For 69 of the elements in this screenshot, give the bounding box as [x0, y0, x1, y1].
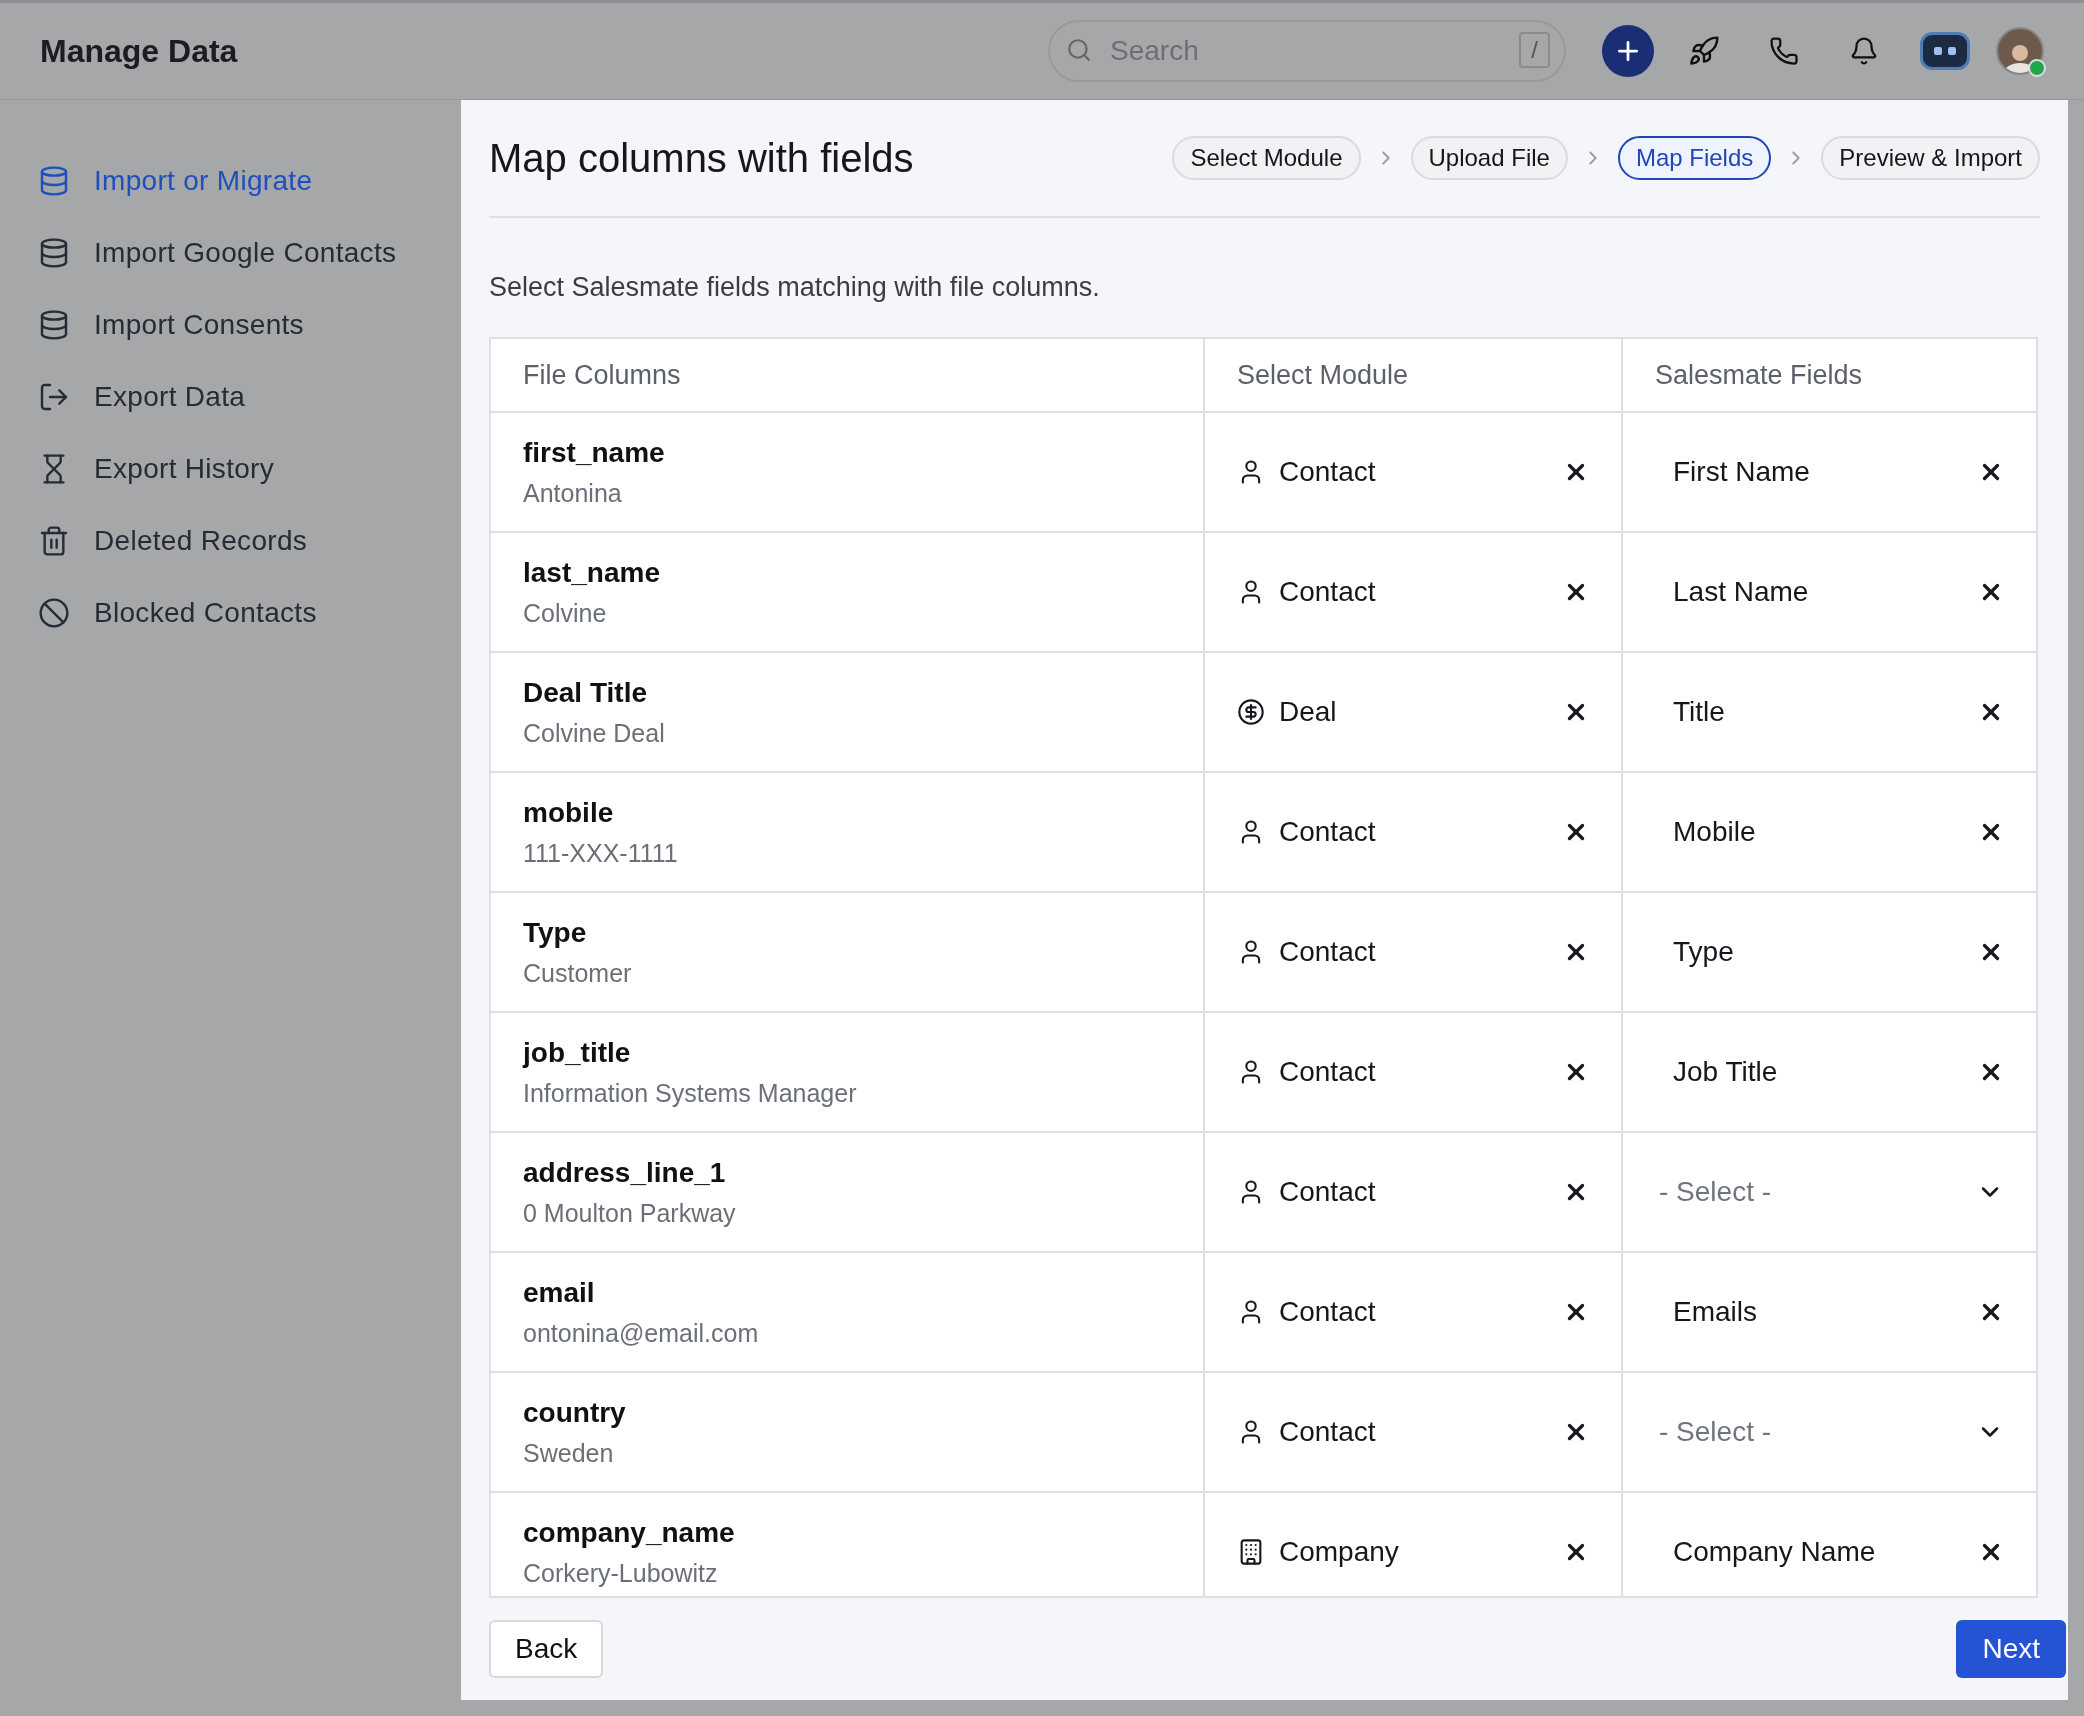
database-icon	[38, 165, 70, 197]
back-button[interactable]: Back	[489, 1620, 604, 1678]
sidebar-item[interactable]: Blocked Contacts	[38, 588, 461, 638]
file-column-name: country	[523, 1396, 627, 1429]
column-header: Salesmate Fields	[1621, 339, 2036, 413]
sidebar-item[interactable]: Import Google Contacts	[38, 228, 461, 278]
module-select[interactable]: Contact	[1237, 1013, 1589, 1131]
app-title: Manage Data	[40, 32, 239, 70]
field-select[interactable]: Title	[1673, 653, 2004, 771]
file-column-name: email	[523, 1276, 596, 1309]
file-column-name: Type	[523, 916, 588, 949]
sidebar-item[interactable]: Export History	[38, 444, 461, 494]
user-avatar[interactable]	[1996, 27, 2044, 75]
module-select[interactable]: Contact	[1237, 893, 1589, 1011]
file-column-name: address_line_1	[523, 1156, 727, 1189]
file-column-name: last_name	[523, 556, 661, 589]
module-select[interactable]: Contact	[1237, 1133, 1589, 1251]
module-select[interactable]: Company	[1237, 1493, 1589, 1596]
instructions-text: Select Salesmate fields matching with file columns.	[489, 272, 1101, 303]
page-title: Map columns with fields	[489, 135, 914, 181]
sample-value: Colvine	[523, 598, 608, 628]
file-column-name: job_title	[523, 1036, 632, 1069]
field-select[interactable]: - Select -	[1659, 1133, 2004, 1251]
file-column-name: Deal Title	[523, 676, 648, 709]
sidebar-item[interactable]: Export Data	[38, 372, 461, 422]
shortcut-key: /	[1519, 32, 1550, 68]
module-select[interactable]: Contact	[1237, 1253, 1589, 1371]
step-pill[interactable]: Preview & Import	[1821, 136, 2040, 180]
search-icon	[1066, 37, 1092, 63]
field-select[interactable]: Company Name	[1673, 1493, 2004, 1596]
trash-icon	[38, 525, 70, 557]
step-pill[interactable]: Map Fields	[1617, 136, 1772, 180]
sample-value: Corkery-Lubowitz	[523, 1558, 719, 1588]
field-select[interactable]: Last Name	[1673, 533, 2004, 651]
sample-value: Colvine Deal	[523, 718, 666, 748]
next-button[interactable]: Next	[1956, 1620, 2066, 1678]
sample-value: Customer	[523, 958, 633, 988]
sidebar-item[interactable]: Deleted Records	[38, 516, 461, 566]
file-column-name: first_name	[523, 436, 666, 469]
sample-value: 111-XXX-1111	[523, 838, 679, 868]
field-select[interactable]: Type	[1673, 893, 2004, 1011]
column-header: Select Module	[1203, 339, 1621, 413]
step-pill[interactable]: Upload File	[1410, 136, 1568, 180]
database-icon	[38, 309, 70, 341]
sample-value: 0 Moulton Parkway	[523, 1198, 737, 1228]
field-select[interactable]: - Select -	[1659, 1373, 2004, 1491]
module-select[interactable]: Contact	[1237, 413, 1589, 531]
file-column-name: company_name	[523, 1516, 736, 1549]
export-icon	[38, 381, 70, 413]
module-select[interactable]: Deal	[1237, 653, 1589, 771]
field-select[interactable]: First Name	[1673, 413, 2004, 531]
module-select[interactable]: Contact	[1237, 1373, 1589, 1491]
database-icon	[38, 237, 70, 269]
sidebar-item[interactable]: Import Consents	[38, 300, 461, 350]
step-pill[interactable]: Select Module	[1172, 136, 1361, 180]
dollar-icon	[1237, 698, 1265, 726]
field-select[interactable]: Mobile	[1673, 773, 2004, 891]
ban-icon	[38, 597, 70, 629]
sample-value: Sweden	[523, 1438, 615, 1468]
sample-value: ontonina@email.com	[523, 1318, 760, 1348]
field-select[interactable]: Emails	[1673, 1253, 2004, 1371]
bot-icon[interactable]	[1920, 32, 1970, 70]
sample-value: Information Systems Manager	[523, 1078, 858, 1108]
module-select[interactable]: Contact	[1237, 773, 1589, 891]
file-column-name: mobile	[523, 796, 615, 829]
module-select[interactable]: Contact	[1237, 533, 1589, 651]
field-select[interactable]: Job Title	[1673, 1013, 2004, 1131]
add-button[interactable]	[1602, 25, 1654, 77]
sample-value: Antonina	[523, 478, 623, 508]
